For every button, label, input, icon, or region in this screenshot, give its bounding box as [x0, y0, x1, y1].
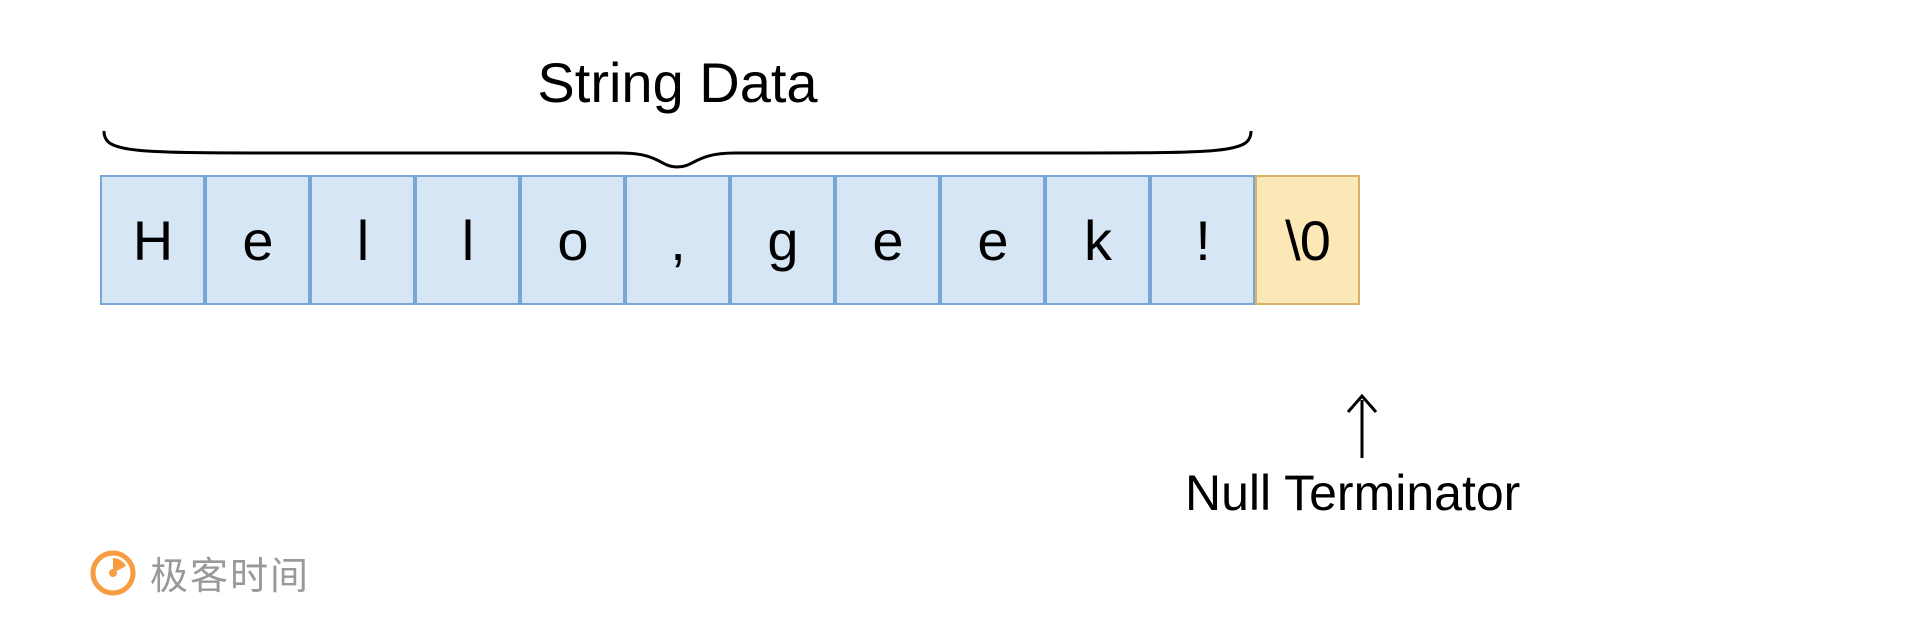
- null-terminator-label: Null Terminator: [1185, 464, 1655, 522]
- char-cell: e: [835, 175, 940, 305]
- char-array-row: H e l l o , g e e k ! \0: [100, 175, 1820, 305]
- char-cell: o: [520, 175, 625, 305]
- brace-icon: [100, 125, 1255, 169]
- char-cell: ,: [625, 175, 730, 305]
- arrow-up-icon: [1310, 390, 1415, 460]
- char-cell: k: [1045, 175, 1150, 305]
- watermark-text: 极客时间: [150, 545, 310, 600]
- null-terminator-annotation: Null Terminator: [1155, 390, 1655, 522]
- geektime-logo-icon: [90, 550, 136, 596]
- watermark: 极客时间: [90, 545, 310, 600]
- char-cell: e: [940, 175, 1045, 305]
- char-cell: !: [1150, 175, 1255, 305]
- string-diagram: String Data H e l l o , g e e k ! \0 Nul…: [100, 50, 1820, 305]
- char-cell: l: [415, 175, 520, 305]
- null-terminator-cell: \0: [1255, 175, 1360, 305]
- char-cell: e: [205, 175, 310, 305]
- char-cell: H: [100, 175, 205, 305]
- char-cell: g: [730, 175, 835, 305]
- string-data-title: String Data: [100, 50, 1255, 115]
- char-cell: l: [310, 175, 415, 305]
